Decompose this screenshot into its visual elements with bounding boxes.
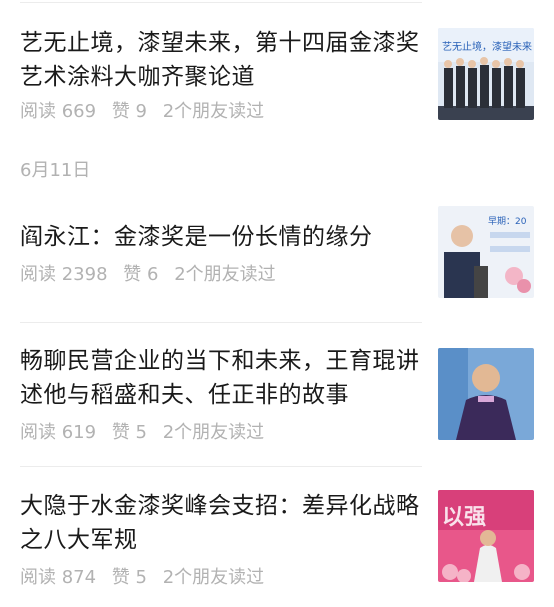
group-photo-image: 艺无止境，漆望未来: [438, 28, 534, 120]
divider: [20, 466, 422, 467]
stage-photo-image: 以强: [438, 490, 534, 582]
friends-read: 2个朋友读过: [162, 101, 265, 122]
article-thumbnail[interactable]: 早期：20: [438, 206, 534, 298]
article-thumbnail[interactable]: 以强: [438, 490, 534, 582]
article-meta: 阅读 2398 赞 6 2个朋友读过: [20, 260, 286, 286]
divider: [20, 322, 422, 323]
friends-read: 2个朋友读过: [162, 422, 265, 443]
article-title[interactable]: 阎永江：金漆奖是一份长情的缘分: [20, 220, 420, 254]
like-count: 赞 5: [111, 422, 147, 443]
article-thumbnail[interactable]: [438, 348, 534, 440]
top-divider: [20, 2, 422, 3]
read-count: 阅读 2398: [20, 264, 108, 285]
thumb-text: 艺无止境，漆望未来: [442, 40, 532, 53]
date-header: 6月11日: [20, 160, 91, 181]
article-title[interactable]: 畅聊民营企业的当下和未来，王育琨讲述他与稻盛和夫、任正非的故事: [20, 344, 420, 412]
article-meta: 阅读 619 赞 5 2个朋友读过: [20, 418, 274, 444]
read-count: 阅读 669: [20, 101, 97, 122]
read-count: 阅读 874: [20, 567, 97, 588]
article-meta: 阅读 874 赞 5 2个朋友读过: [20, 563, 274, 589]
like-count: 赞 6: [123, 264, 159, 285]
friends-read: 2个朋友读过: [162, 567, 265, 588]
speaker-photo-image: 早期：20: [438, 206, 534, 298]
thumb-text: 以强: [442, 505, 486, 530]
thumb-text: 早期：20: [488, 216, 527, 227]
read-count: 阅读 619: [20, 422, 97, 443]
friends-read: 2个朋友读过: [174, 264, 276, 285]
article-thumbnail[interactable]: 艺无止境，漆望未来: [438, 28, 534, 120]
article-meta: 阅读 669 赞 9 2个朋友读过: [20, 97, 274, 123]
like-count: 赞 5: [111, 567, 147, 588]
article-title[interactable]: 艺无止境，漆望未来，第十四届金漆奖艺术涂料大咖齐聚论道: [20, 26, 420, 94]
speaker-photo-image: [438, 348, 534, 440]
article-title[interactable]: 大隐于水金漆奖峰会支招：差异化战略之八大军规: [20, 489, 420, 557]
like-count: 赞 9: [111, 101, 147, 122]
